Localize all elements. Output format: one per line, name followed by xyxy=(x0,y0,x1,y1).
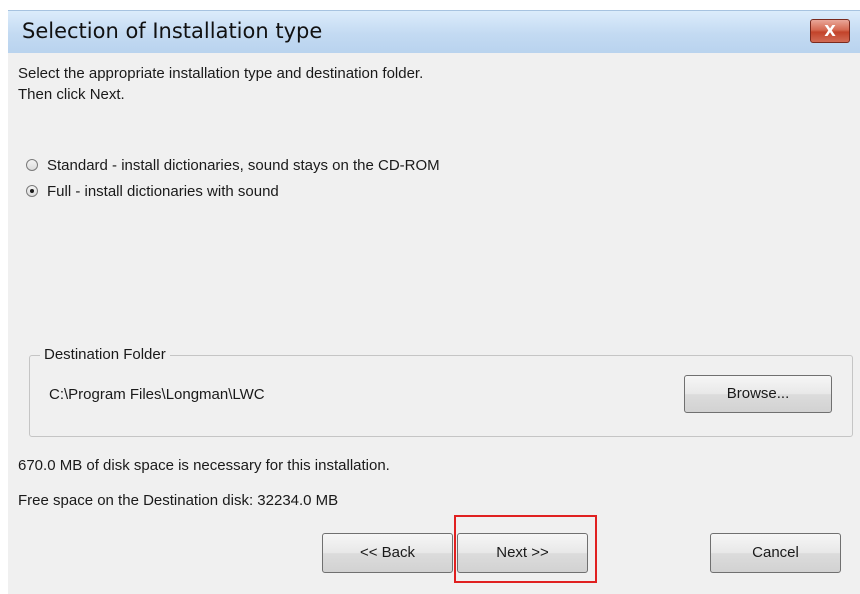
close-icon: X xyxy=(824,22,836,40)
next-button-highlight xyxy=(454,515,597,583)
instruction-line-2: Then click Next. xyxy=(18,86,125,103)
title-bar: Selection of Installation type X xyxy=(8,10,860,53)
browse-button[interactable]: Browse... xyxy=(684,375,832,413)
window-title: Selection of Installation type xyxy=(22,19,323,43)
destination-folder-group: Destination Folder C:\Program Files\Long… xyxy=(29,346,853,437)
back-button[interactable]: << Back xyxy=(322,533,453,573)
destination-path: C:\Program Files\Longman\LWC xyxy=(49,386,265,403)
dialog-body: Select the appropriate installation type… xyxy=(8,53,860,594)
free-disk-space: Free space on the Destination disk: 3223… xyxy=(18,492,339,509)
radio-full[interactable]: Full - install dictionaries with sound xyxy=(26,181,279,201)
radio-standard[interactable]: Standard - install dictionaries, sound s… xyxy=(26,155,440,175)
installer-dialog: Selection of Installation type X Select … xyxy=(0,0,860,594)
instruction-line-1: Select the appropriate installation type… xyxy=(18,65,424,82)
radio-standard-button[interactable] xyxy=(26,159,38,171)
cancel-button[interactable]: Cancel xyxy=(710,533,841,573)
destination-folder-legend: Destination Folder xyxy=(40,346,170,363)
disk-space-required: 670.0 MB of disk space is necessary for … xyxy=(18,457,390,474)
radio-full-label[interactable]: Full - install dictionaries with sound xyxy=(47,183,279,200)
radio-full-button[interactable] xyxy=(26,185,38,197)
close-button[interactable]: X xyxy=(810,19,850,43)
radio-standard-label[interactable]: Standard - install dictionaries, sound s… xyxy=(47,157,440,174)
